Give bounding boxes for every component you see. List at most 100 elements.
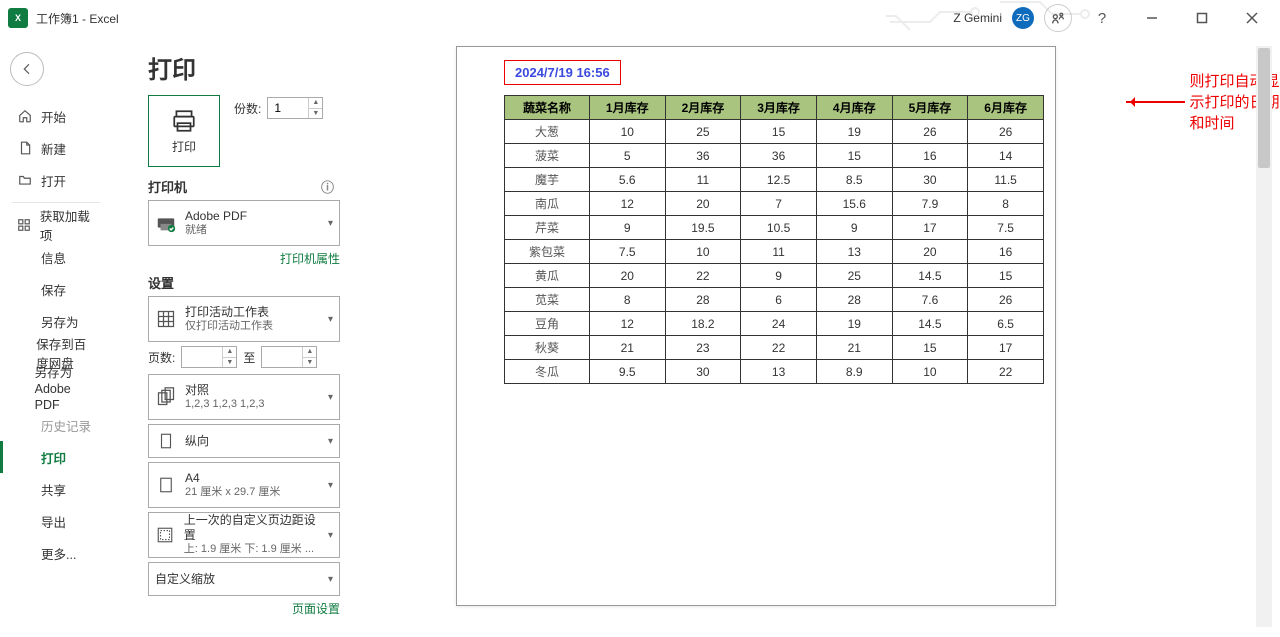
nav-getaddins[interactable]: 获取加载项 — [0, 209, 112, 241]
chevron-down-icon: ▾ — [328, 436, 333, 447]
pages-label: 页数: — [148, 349, 175, 366]
table-cell: 36 — [665, 144, 741, 168]
nav-save-label: 保存 — [41, 280, 66, 299]
table-cell: 15 — [968, 264, 1044, 288]
nav-info[interactable]: 信息 — [0, 241, 112, 273]
print-scope-select[interactable]: 打印活动工作表仅打印活动工作表 ▾ — [148, 296, 340, 342]
nav-save[interactable]: 保存 — [0, 273, 112, 305]
page-from-stepper[interactable]: ▲▼ — [222, 347, 236, 367]
nav-history-label: 历史记录 — [41, 416, 91, 435]
table-cell: 豆角 — [505, 312, 590, 336]
orientation-select[interactable]: 纵向 ▾ — [148, 424, 340, 458]
collate-select[interactable]: 对照1,2,3 1,2,3 1,2,3 ▾ — [148, 374, 340, 420]
table-cell: 5.6 — [589, 168, 665, 192]
margins-select[interactable]: 上一次的自定义页边距设置上: 1.9 厘米 下: 1.9 厘米 ... ▾ — [148, 512, 340, 558]
table-cell: 25 — [665, 120, 741, 144]
nav-more[interactable]: 更多... — [0, 537, 112, 569]
scaling-select[interactable]: 自定义缩放 ▾ — [148, 562, 340, 596]
copies-stepper[interactable]: ▲▼ — [308, 98, 322, 118]
close-button[interactable] — [1232, 4, 1272, 32]
nav-save-adobe[interactable]: 另存为 Adobe PDF — [0, 369, 112, 409]
table-cell: 23 — [665, 336, 741, 360]
nav-share[interactable]: 共享 — [0, 473, 112, 505]
print-settings-panel: 打印 打印 份数: ▲▼ 打印机 ⓘ Adobe PDF就绪 ▾ 打印机属性 — [112, 36, 352, 637]
chevron-down-icon: ▾ — [328, 530, 333, 541]
table-cell: 17 — [892, 216, 968, 240]
open-icon — [17, 173, 33, 187]
info-icon[interactable]: ⓘ — [321, 177, 334, 196]
table-cell: 20 — [665, 192, 741, 216]
print-button-label: 打印 — [172, 138, 196, 155]
back-button[interactable] — [10, 52, 44, 86]
table-cell: 12 — [589, 312, 665, 336]
table-cell: 13 — [816, 240, 892, 264]
table-cell: 15.6 — [816, 192, 892, 216]
nav-export[interactable]: 导出 — [0, 505, 112, 537]
table-row: 豆角1218.2241914.56.5 — [505, 312, 1044, 336]
table-cell: 36 — [741, 144, 817, 168]
maximize-button[interactable] — [1182, 4, 1222, 32]
user-avatar[interactable]: ZG — [1012, 7, 1034, 29]
table-row: 紫包菜7.51011132016 — [505, 240, 1044, 264]
table-header: 蔬菜名称 — [505, 96, 590, 120]
table-cell: 10 — [589, 120, 665, 144]
scrollbar-thumb[interactable] — [1258, 48, 1270, 168]
nav-home[interactable]: 开始 — [0, 100, 112, 132]
table-cell: 9.5 — [589, 360, 665, 384]
page-to-stepper[interactable]: ▲▼ — [302, 347, 316, 367]
table-row: 大葱102515192626 — [505, 120, 1044, 144]
share-button[interactable] — [1044, 4, 1072, 32]
table-header: 5月库存 — [892, 96, 968, 120]
page-setup-link[interactable]: 页面设置 — [148, 600, 340, 617]
copies-label: 份数: — [234, 100, 261, 117]
table-cell: 紫包菜 — [505, 240, 590, 264]
table-cell: 8 — [589, 288, 665, 312]
table-row: 魔芋5.61112.58.53011.5 — [505, 168, 1044, 192]
table-cell: 25 — [816, 264, 892, 288]
user-name: Z Gemini — [953, 11, 1002, 25]
table-cell: 19.5 — [665, 216, 741, 240]
arrow-icon — [1126, 101, 1185, 103]
new-icon — [17, 141, 33, 155]
window-title: 工作簿1 - Excel — [36, 10, 119, 27]
table-cell: 30 — [892, 168, 968, 192]
nav-open[interactable]: 打开 — [0, 164, 112, 196]
table-cell: 19 — [816, 312, 892, 336]
table-cell: 魔芋 — [505, 168, 590, 192]
table-row: 秋葵212322211517 — [505, 336, 1044, 360]
print-button[interactable]: 打印 — [148, 95, 220, 167]
table-cell: 8.5 — [816, 168, 892, 192]
nav-getaddins-label: 获取加载项 — [40, 206, 98, 244]
printer-section-label: 打印机 — [148, 180, 187, 195]
table-cell: 30 — [665, 360, 741, 384]
minimize-button[interactable] — [1132, 4, 1172, 32]
nav-open-label: 打开 — [41, 171, 66, 190]
paper-size-select[interactable]: A421 厘米 x 29.7 厘米 ▾ — [148, 462, 340, 508]
preview-scrollbar[interactable] — [1256, 46, 1272, 627]
nav-new[interactable]: 新建 — [0, 132, 112, 164]
settings-section-label: 设置 — [148, 273, 344, 292]
preview-page: 2024/7/19 16:56 蔬菜名称1月库存2月库存3月库存4月库存5月库存… — [456, 46, 1056, 606]
table-cell: 14 — [968, 144, 1044, 168]
table-cell: 10 — [665, 240, 741, 264]
table-cell: 9 — [589, 216, 665, 240]
nav-print[interactable]: 打印 — [0, 441, 112, 473]
table-cell: 22 — [665, 264, 741, 288]
nav-history[interactable]: 历史记录 — [0, 409, 112, 441]
table-row: 芹菜919.510.59177.5 — [505, 216, 1044, 240]
table-cell: 菠菜 — [505, 144, 590, 168]
table-cell: 20 — [892, 240, 968, 264]
table-cell: 11 — [741, 240, 817, 264]
printer-properties-link[interactable]: 打印机属性 — [148, 250, 340, 267]
nav-saveas[interactable]: 另存为 — [0, 305, 112, 337]
table-cell: 7.5 — [589, 240, 665, 264]
printer-select[interactable]: Adobe PDF就绪 ▾ — [148, 200, 340, 246]
home-icon — [17, 109, 33, 123]
table-cell: 14.5 — [892, 312, 968, 336]
table-cell: 9 — [741, 264, 817, 288]
help-button[interactable]: ? — [1082, 4, 1122, 32]
table-cell: 21 — [589, 336, 665, 360]
table-cell: 10 — [892, 360, 968, 384]
table-cell: 8 — [968, 192, 1044, 216]
table-cell: 28 — [665, 288, 741, 312]
